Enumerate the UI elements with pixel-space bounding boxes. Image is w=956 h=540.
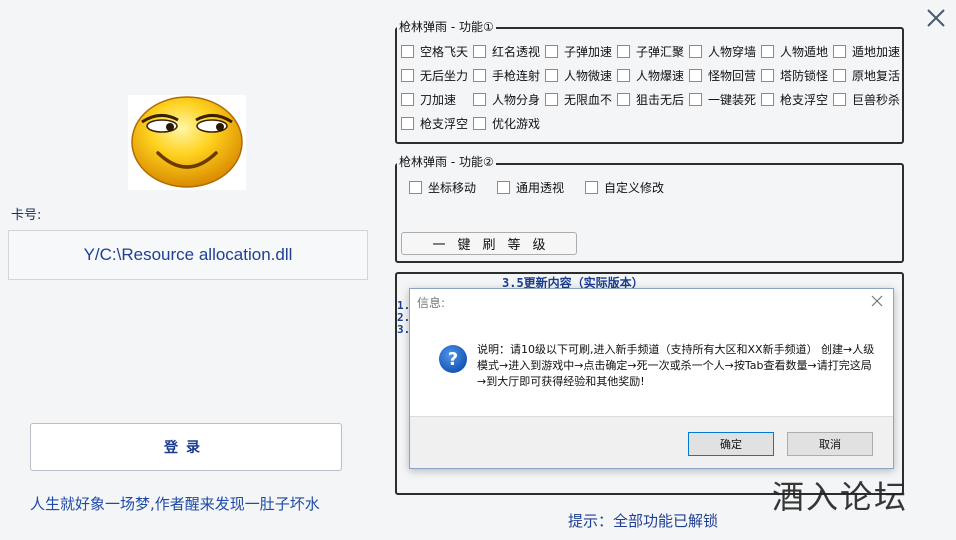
checkbox-coordinate-move[interactable]: 坐标移动 <box>409 178 476 196</box>
checkbox-feature[interactable]: 怪物回营 <box>689 66 756 84</box>
checkbox-box <box>833 68 846 82</box>
checkbox-box <box>473 44 486 58</box>
checkbox-box <box>401 92 414 106</box>
checkbox-box <box>833 92 846 106</box>
dialog-cancel-button[interactable]: 取消 <box>787 432 873 456</box>
unlock-tip: 提示：全部功能已解锁 <box>568 512 719 530</box>
info-dialog: 信息: ? 说明：请10级以下可刷,进入新手频道（支持所有大区和XX新手频道） … <box>409 288 894 469</box>
features-group-1-title: 枪林弹雨 - 功能① <box>397 18 496 35</box>
checkbox-feature[interactable]: 人物爆速 <box>617 66 684 84</box>
checkbox-box <box>761 44 774 58</box>
login-button[interactable]: 登录 <box>30 423 342 471</box>
checkbox-box <box>409 180 422 194</box>
svg-text:?: ? <box>448 349 458 370</box>
checkbox-box <box>617 68 630 82</box>
checkbox-box <box>617 44 630 58</box>
dialog-ok-button[interactable]: 确定 <box>688 432 774 456</box>
checkbox-box <box>401 68 414 82</box>
checkbox-custom-modify[interactable]: 自定义修改 <box>585 178 664 196</box>
checkbox-feature[interactable]: 无后坐力 <box>401 66 468 84</box>
checkbox-box <box>545 68 558 82</box>
checkbox-box <box>473 116 486 130</box>
checkbox-box <box>833 44 846 58</box>
checkbox-feature[interactable]: 枪支浮空 <box>761 90 828 108</box>
card-label: 卡号: <box>11 208 42 223</box>
forum-watermark: 酒入论坛 <box>772 478 909 516</box>
close-icon[interactable] <box>924 6 948 30</box>
dialog-footer: 确定 取消 <box>410 416 893 468</box>
checkbox-feature[interactable]: 人物遁地 <box>761 42 828 60</box>
checkbox-feature[interactable]: 塔防锁怪 <box>761 66 828 84</box>
checkbox-feature[interactable]: 狙击无后 <box>617 90 684 108</box>
dialog-title: 信息: <box>417 296 446 310</box>
checkbox-feature[interactable]: 遁地加速 <box>833 42 900 60</box>
checkbox-feature[interactable]: 空格飞天 <box>401 42 468 60</box>
card-number-input[interactable]: Y/C:\Resource allocation.dll <box>8 230 368 280</box>
features-group-2-title: 枪林弹雨 - 功能② <box>397 153 496 170</box>
smiley-logo <box>128 95 246 190</box>
checkbox-feature[interactable]: 人物穿墙 <box>689 42 756 60</box>
checkbox-box <box>545 92 558 106</box>
checkbox-feature[interactable]: 枪支浮空 <box>401 114 468 132</box>
question-icon: ? <box>439 345 467 373</box>
checkbox-box <box>585 180 598 194</box>
checkbox-box <box>473 68 486 82</box>
checkbox-box <box>401 44 414 58</box>
checkbox-feature[interactable]: 人物微速 <box>545 66 612 84</box>
checkbox-feature[interactable]: 一键装死 <box>689 90 756 108</box>
checkbox-universal-esp[interactable]: 通用透视 <box>497 178 564 196</box>
one-click-level-button[interactable]: 一键刷等级 <box>401 232 577 255</box>
checkbox-feature[interactable]: 手枪连射 <box>473 66 540 84</box>
checkbox-box <box>761 68 774 82</box>
checkbox-feature[interactable]: 红名透视 <box>473 42 540 60</box>
card-number-value: Y/C:\Resource allocation.dll <box>83 245 293 264</box>
checkbox-box <box>689 44 702 58</box>
checkbox-feature[interactable]: 无限血不 <box>545 90 612 108</box>
checkbox-box <box>761 92 774 106</box>
checkbox-box <box>473 92 486 106</box>
checkbox-feature[interactable]: 刀加速 <box>401 90 456 108</box>
dialog-close-icon[interactable] <box>870 294 884 308</box>
checkbox-feature[interactable]: 巨兽秒杀 <box>833 90 900 108</box>
checkbox-feature[interactable]: 优化游戏 <box>473 114 540 132</box>
checkbox-box <box>401 116 414 130</box>
checkbox-feature[interactable]: 子弹加速 <box>545 42 612 60</box>
checkbox-box <box>689 68 702 82</box>
checkbox-feature[interactable]: 原地复活 <box>833 66 900 84</box>
checkbox-feature[interactable]: 人物分身 <box>473 90 540 108</box>
checkbox-box <box>497 180 510 194</box>
checkbox-box <box>689 92 702 106</box>
motto-text: 人生就好象一场梦,作者醒来发现一肚子坏水 <box>30 495 320 513</box>
checkbox-box <box>545 44 558 58</box>
checkbox-feature[interactable]: 子弹汇聚 <box>617 42 684 60</box>
checkbox-box <box>617 92 630 106</box>
dialog-message: 说明：请10级以下可刷,进入新手频道（支持所有大区和XX新手频道） 创建→人级模… <box>477 343 875 388</box>
